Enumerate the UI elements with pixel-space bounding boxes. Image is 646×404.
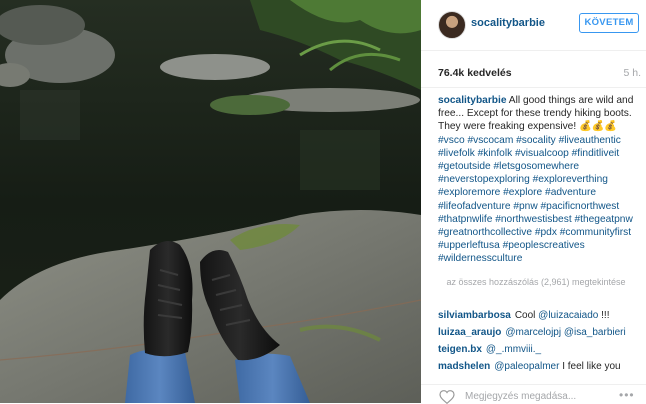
- comment-mention[interactable]: @luizacaiado: [538, 310, 598, 321]
- caption-username[interactable]: socalitybarbie: [438, 95, 507, 106]
- comment-username[interactable]: luizaa_araujo: [438, 327, 501, 338]
- post-time[interactable]: 5 h.: [623, 67, 641, 79]
- caption-hashtags[interactable]: #vsco #vscocam #socality #liveauthentic …: [438, 135, 633, 265]
- comment-mention[interactable]: @isa_barbieri: [564, 327, 626, 338]
- heart-icon[interactable]: [439, 390, 455, 404]
- comment-mention[interactable]: @marcelojpj: [505, 327, 561, 338]
- comment-username[interactable]: teigen.bx: [438, 344, 482, 355]
- post-stats: 76.4k kedvelés 5 h.: [421, 50, 646, 88]
- more-options-icon[interactable]: •••: [619, 388, 635, 402]
- post-photo[interactable]: [0, 0, 421, 403]
- post-username[interactable]: socalitybarbie: [471, 17, 545, 29]
- comment-row: teigen.bx @_.mmviii._: [438, 341, 643, 358]
- post-caption: socalitybarbie All good things are wild …: [438, 94, 634, 266]
- comment-username[interactable]: silviambarbosa: [438, 310, 511, 321]
- comment-list: silviambarbosa Cool @luizacaiado !!! luiza…: [438, 307, 643, 375]
- post-header: socalitybarbie KÖVETEM: [421, 0, 646, 51]
- comment-text: Cool: [514, 310, 539, 321]
- avatar[interactable]: [438, 11, 466, 39]
- comment-row: silviambarbosa Cool @luizacaiado !!!: [438, 307, 643, 324]
- comment-row: luizaa_araujo @marcelojpj @isa_barbieri: [438, 324, 643, 341]
- comment-bar: •••: [421, 384, 646, 404]
- like-count[interactable]: 76.4k kedvelés: [438, 67, 512, 79]
- comment-username[interactable]: madshelen: [438, 361, 490, 372]
- comment-row: madshelen @paleopalmer I feel like you: [438, 358, 643, 375]
- comment-mention[interactable]: @_.mmviii._: [486, 344, 541, 355]
- comment-text: I feel like you: [559, 361, 621, 372]
- follow-button[interactable]: KÖVETEM: [579, 13, 639, 33]
- view-all-comments-link[interactable]: az összes hozzászólás (2,961) megtekinté…: [438, 276, 634, 289]
- comment-input[interactable]: [465, 389, 605, 403]
- comment-mention[interactable]: @paleopalmer: [494, 361, 559, 372]
- photo-scene: [0, 0, 421, 403]
- post-side-panel: socalitybarbie KÖVETEM 76.4k kedvelés 5 …: [421, 0, 646, 404]
- comment-text: !!!: [598, 310, 610, 321]
